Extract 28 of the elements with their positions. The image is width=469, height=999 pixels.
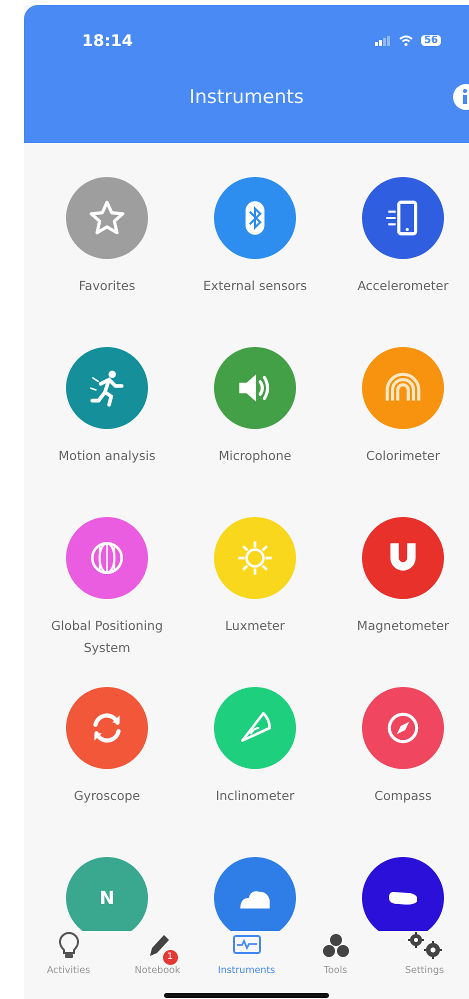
status-time: 18:14	[82, 31, 133, 50]
instrument-label: Global Positioning System	[50, 617, 164, 657]
instrument-label: Gyroscope	[74, 787, 140, 805]
blocks-icon	[320, 933, 350, 959]
instrument-label: Inclinometer	[216, 787, 294, 805]
instrument-label: Colorimeter	[366, 447, 440, 465]
instrument-label: Motion analysis	[58, 447, 156, 465]
tab-item[interactable]: 1 Notebook	[113, 931, 202, 987]
notification-badge: 1	[162, 950, 178, 965]
screen-title: Instruments	[189, 86, 304, 108]
tab-item[interactable]: Tools	[291, 931, 380, 987]
battery-indicator: 56	[421, 35, 441, 46]
instrument-label: Microphone	[218, 447, 292, 465]
instrument-label: Accelerometer	[357, 277, 449, 295]
tab-item[interactable]: Instruments	[202, 931, 291, 987]
lightbulb-icon	[58, 932, 80, 960]
instrument-button[interactable]: N	[66, 857, 148, 931]
tab-item[interactable]: Activities	[24, 931, 113, 987]
signal-icon	[375, 36, 392, 46]
instrument-label: Favorites	[78, 277, 136, 295]
instrument-label: External sensors	[203, 277, 307, 295]
instrument-label: Luxmeter	[225, 617, 285, 635]
instrument-label: Compass	[374, 787, 432, 805]
instrument-label: Magnetometer	[356, 617, 450, 635]
tab-item[interactable]: Settings	[380, 931, 469, 987]
compass-letter: N	[99, 888, 115, 908]
wifi-icon	[399, 35, 414, 46]
info-icon[interactable]	[453, 84, 469, 110]
